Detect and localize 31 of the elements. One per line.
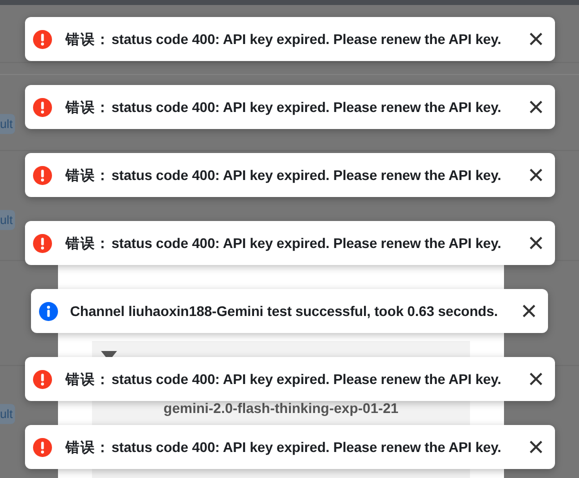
error-icon (32, 438, 52, 456)
error-icon (32, 30, 52, 48)
toast-message: status code 400: API key expired. Please renew the API key. (112, 370, 502, 389)
error-label: 错误： (66, 166, 110, 184)
error-icon (32, 370, 52, 388)
close-button[interactable] (522, 304, 536, 318)
error-label: 错误： (66, 30, 110, 48)
tag: ult (0, 210, 15, 230)
close-button[interactable] (528, 32, 542, 46)
toast-message: status code 400: API key expired. Please renew the API key. (112, 166, 502, 185)
error-label: 错误： (66, 98, 110, 116)
error-label: 错误： (66, 370, 110, 388)
error-icon (32, 166, 52, 184)
error-label: 错误： (66, 438, 110, 456)
tag: ult (0, 404, 15, 424)
error-icon (32, 234, 52, 252)
toast-message: status code 400: API key expired. Please renew the API key. (112, 234, 502, 253)
close-button[interactable] (528, 168, 542, 182)
toast-message: status code 400: API key expired. Please renew the API key. (112, 30, 502, 49)
info-icon (39, 302, 58, 320)
toast-message: status code 400: API key expired. Please renew the API key. (112, 438, 502, 457)
toast-message: Channel liuhaoxin188-Gemini test successful, took 0.63 seconds. (70, 302, 498, 320)
close-button[interactable] (528, 236, 542, 250)
error-icon (32, 98, 52, 116)
model-option[interactable]: gemini-2.0-flash-thinking-exp-01-21 (92, 398, 470, 419)
error-label: 错误： (66, 234, 110, 252)
close-button[interactable] (528, 372, 542, 386)
close-button[interactable] (528, 440, 542, 454)
tag: ult (0, 114, 15, 134)
close-button[interactable] (528, 100, 542, 114)
toast-message: status code 400: API key expired. Please renew the API key. (112, 98, 502, 117)
